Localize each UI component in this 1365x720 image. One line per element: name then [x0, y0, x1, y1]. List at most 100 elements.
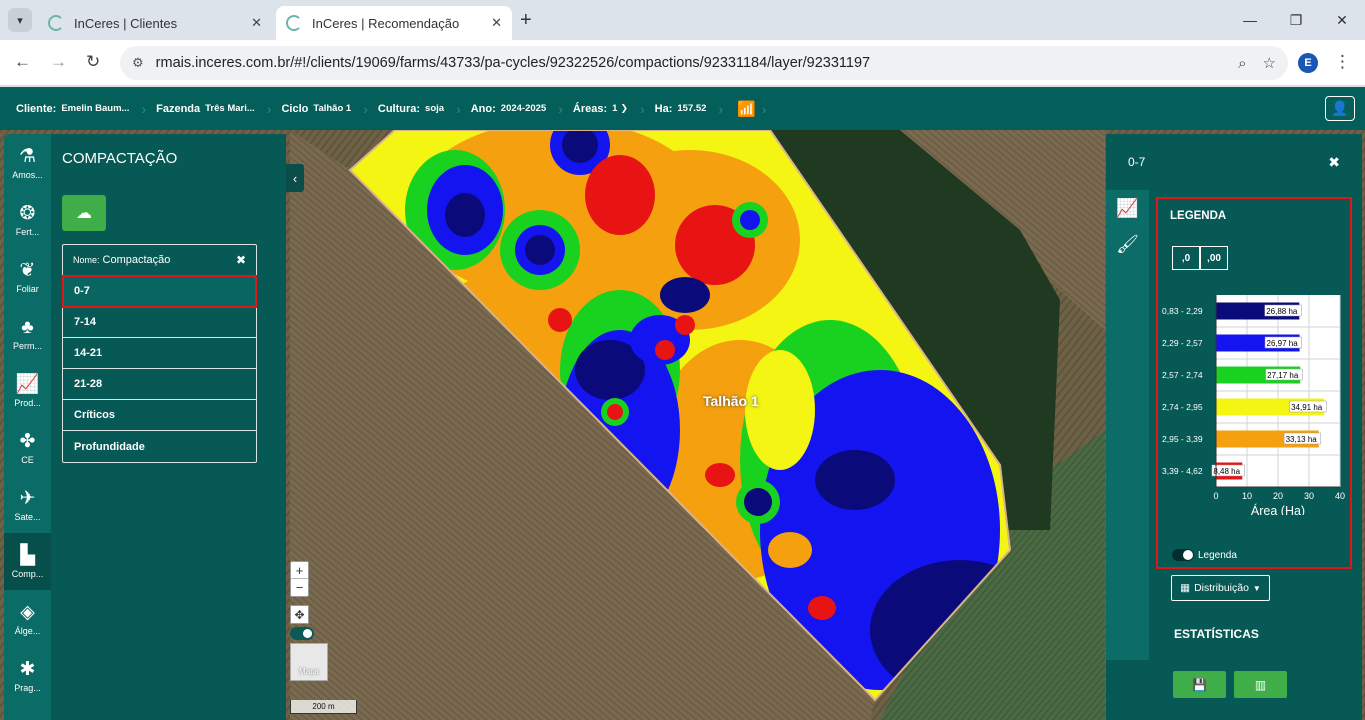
save-button[interactable]: 💾	[1173, 671, 1226, 698]
new-tab-icon[interactable]: +	[520, 9, 532, 32]
rail-item-comp[interactable]: ▙ Comp...	[4, 533, 51, 590]
close-icon[interactable]: ✖	[236, 253, 246, 267]
breadcrumb-ciclo[interactable]: Ciclo Talhão 1 ›	[281, 101, 367, 117]
scale-bar: 200 m	[290, 700, 357, 714]
layer-item-14-21[interactable]: 14-21	[63, 338, 256, 369]
detail-footer: 💾 ▥	[1106, 660, 1362, 720]
chevron-right-icon: ›	[718, 100, 724, 117]
move-icon[interactable]: ✥	[290, 605, 309, 624]
decrease-decimal-button[interactable]: ,0	[1172, 246, 1200, 270]
tab-close-icon[interactable]: ✕	[491, 15, 502, 31]
bug-icon: ✱	[19, 658, 36, 680]
minimize-icon[interactable]: —	[1227, 0, 1273, 40]
tab-search-button[interactable]: ▾	[8, 8, 32, 32]
browser-tab-clientes[interactable]: InCeres | Clientes ✕	[38, 6, 272, 40]
layer-item-profundidade[interactable]: Profundidade	[63, 431, 256, 462]
value-label: 34,91 ha	[1291, 403, 1323, 412]
distribution-dropdown[interactable]: ▦ Distribuição ▼	[1171, 575, 1270, 601]
browser-toolbar: ← → ↻ ⚙ rmais.inceres.com.br/#!/clients/…	[0, 40, 1365, 86]
breadcrumb-ano[interactable]: Ano: 2024-2025 ›	[471, 101, 563, 117]
chevron-right-icon: ›	[141, 100, 147, 117]
url-text[interactable]: rmais.inceres.com.br/#!/clients/19069/fa…	[156, 55, 1222, 71]
rail-item-fert[interactable]: ❂ Fert...	[4, 191, 51, 248]
rail-item-amos[interactable]: ⚗ Amos...	[4, 134, 51, 191]
detail-title: 0-7	[1128, 155, 1146, 169]
zoom-icon[interactable]: ⌕	[1238, 55, 1246, 72]
window-controls: — ❐ ✕	[1227, 0, 1365, 40]
collapse-panel-button[interactable]: ‹	[286, 164, 304, 192]
satellite-icon: ✈	[19, 487, 36, 509]
rail-item-sate[interactable]: ✈ Sate...	[4, 476, 51, 533]
cloud-upload-icon: ☁	[76, 205, 92, 222]
bookmark-star-icon[interactable]: ☆	[1263, 54, 1276, 72]
address-bar[interactable]: ⚙ rmais.inceres.com.br/#!/clients/19069/…	[120, 46, 1288, 80]
layer-list: Nome: Compactação ✖ 0-7 7-14 14-21 21-28…	[62, 244, 257, 463]
layer-item-0-7[interactable]: 0-7	[62, 275, 257, 308]
close-window-icon[interactable]: ✕	[1319, 0, 1365, 40]
layer-item-criticos[interactable]: Críticos	[63, 400, 256, 431]
toggle-switch[interactable]	[1172, 549, 1194, 561]
browser-menu-icon[interactable]: ⋮	[1334, 52, 1351, 72]
detail-rail: 📈 🖌	[1106, 190, 1149, 660]
site-info-icon[interactable]: ⚙	[132, 55, 144, 71]
app-breadcrumb-bar: Cliente: Emelin Baum... › Fazenda Três M…	[0, 87, 1365, 130]
distribution-label: Distribuição	[1194, 582, 1249, 594]
close-icon[interactable]: ✖	[1328, 154, 1340, 171]
statistics-title: ESTATÍSTICAS	[1174, 627, 1259, 641]
x-axis-title: Área (Ha)	[1251, 503, 1305, 515]
browser-tab-recomendacao[interactable]: InCeres | Recomendação ✕	[276, 6, 512, 40]
field-label: Talhão 1	[703, 393, 759, 409]
chart-icon[interactable]: 📈	[1106, 190, 1149, 226]
productivity-icon: 📈	[15, 373, 40, 395]
zoom-in-button[interactable]: +	[291, 562, 308, 579]
legend-toggle[interactable]: Legenda	[1172, 549, 1237, 561]
rail-item-label: Álge...	[14, 625, 41, 636]
increase-decimal-button[interactable]: ,00	[1200, 246, 1228, 270]
user-account-button[interactable]: 👤	[1325, 96, 1355, 121]
layer-list-header: Nome: Compactação ✖	[63, 245, 256, 276]
forward-icon[interactable]: →	[50, 52, 67, 72]
y-tick-label: 2,29 - 2,57	[1162, 338, 1203, 348]
breadcrumb-label: Ciclo	[281, 102, 309, 115]
permanent-crop-icon: ♣	[21, 316, 34, 338]
x-tick-label: 20	[1273, 491, 1283, 501]
upload-button[interactable]: ☁	[62, 195, 106, 231]
rail-item-prag[interactable]: ✱ Prag...	[4, 647, 51, 704]
breadcrumb-cultura[interactable]: Cultura: soja ›	[378, 101, 461, 117]
rail-item-label: Comp...	[11, 568, 44, 579]
rail-item-álge[interactable]: ◈ Álge...	[4, 590, 51, 647]
plant-icon: ✤	[19, 430, 36, 452]
breadcrumb-cliente[interactable]: Cliente: Emelin Baum... ›	[16, 101, 146, 117]
library-button[interactable]: ▥	[1234, 671, 1287, 698]
rail-item-foliar[interactable]: ❦ Foliar	[4, 248, 51, 305]
chevron-right-icon: ›	[266, 100, 272, 117]
value-label: 26,97 ha	[1267, 339, 1299, 348]
rail-item-perm[interactable]: ♣ Perm...	[4, 305, 51, 362]
breadcrumb-value: 1	[612, 103, 618, 114]
reload-icon[interactable]: ↻	[86, 52, 100, 72]
layer-item-7-14[interactable]: 7-14	[63, 307, 256, 338]
layer-item-21-28[interactable]: 21-28	[63, 369, 256, 400]
rail-item-prod[interactable]: 📈 Prod...	[4, 362, 51, 419]
zoom-out-button[interactable]: −	[291, 579, 308, 596]
breadcrumb-areas[interactable]: Áreas: 1 ❯ ›	[573, 101, 645, 117]
basemap-label: Mapa	[298, 667, 319, 676]
legend-title: LEGENDA	[1170, 210, 1227, 222]
tab-close-icon[interactable]: ✕	[251, 15, 262, 31]
rail-item-ce[interactable]: ✤ CE	[4, 419, 51, 476]
breadcrumb-label: Cultura:	[377, 102, 421, 115]
breadcrumb-fazenda[interactable]: Fazenda Três Mari... ›	[156, 101, 271, 117]
back-icon[interactable]: ←	[14, 52, 31, 72]
map-icon: ▦	[1180, 582, 1191, 594]
module-rail: ⚗ Amos... ❂ Fert... ❦ Foliar ♣ Perm... 📈 Prod... ✤…	[4, 134, 51, 720]
wifi-connected-icon: 📶	[737, 100, 756, 118]
paint-roller-icon[interactable]: 🖌	[1106, 226, 1149, 262]
map-layer-toggle[interactable]	[290, 627, 314, 640]
value-label: 8,48 ha	[1213, 467, 1240, 476]
name-value: Compactação	[102, 254, 171, 266]
save-icon: 💾	[1192, 677, 1207, 692]
basemap-button[interactable]: Mapa	[290, 643, 328, 681]
profile-avatar[interactable]: E	[1298, 53, 1318, 73]
restore-icon[interactable]: ❐	[1273, 0, 1319, 40]
chevron-right-icon: ›	[558, 100, 563, 117]
